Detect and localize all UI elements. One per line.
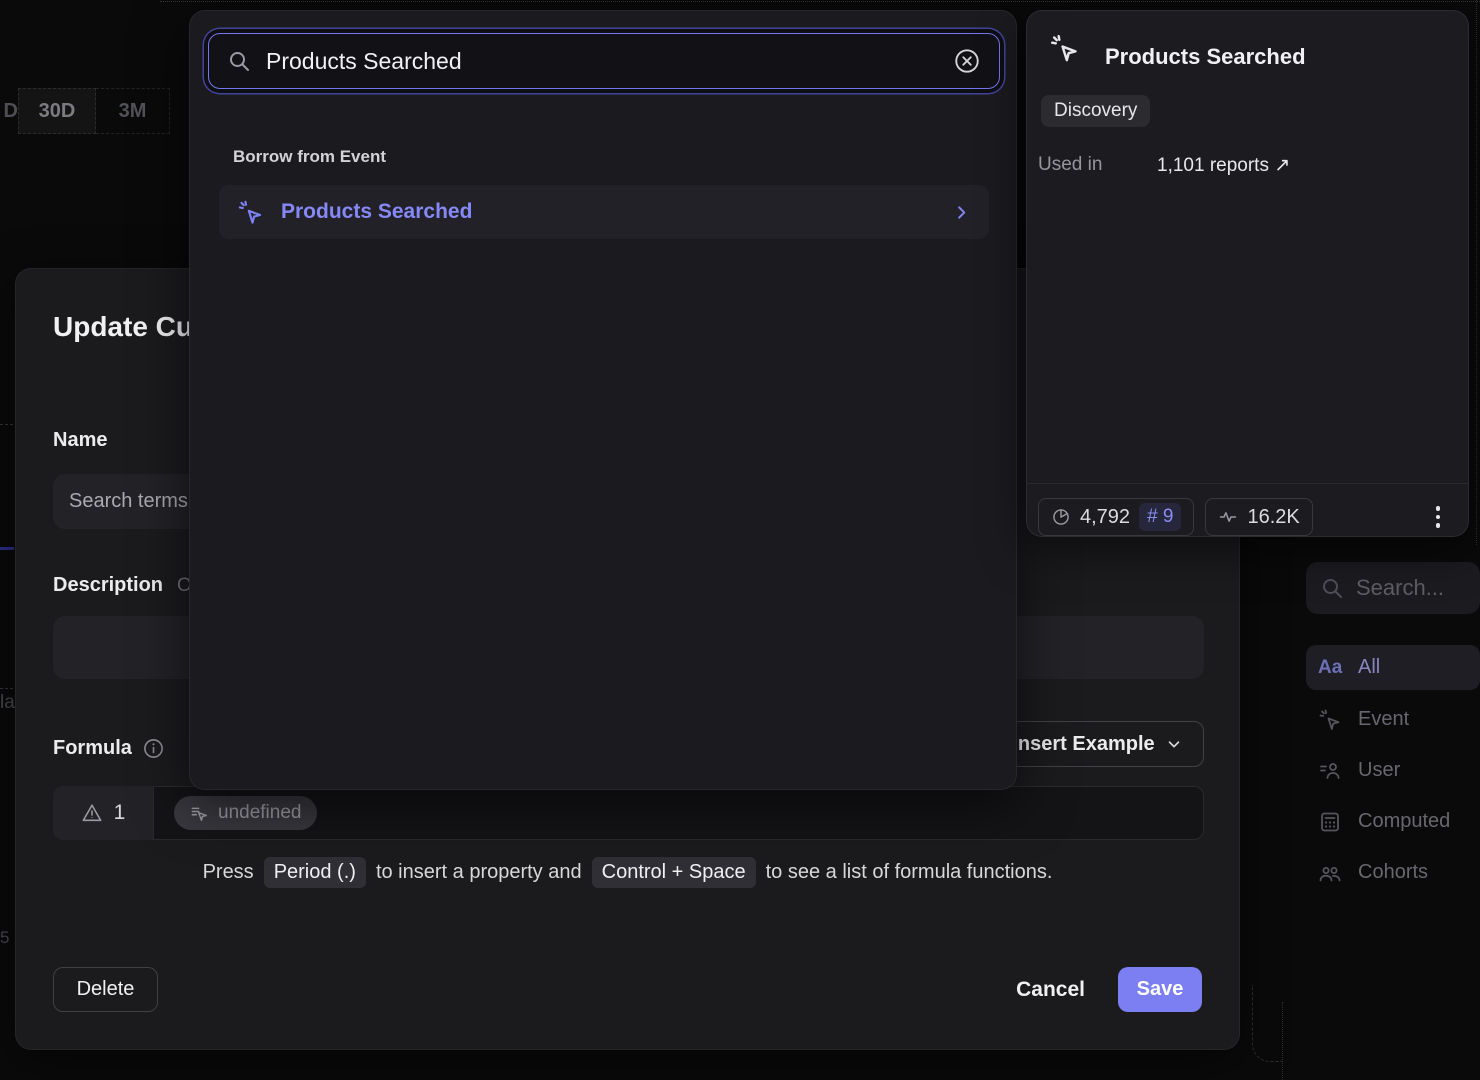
kbd-control-space: Control + Space bbox=[592, 857, 756, 888]
total-count-value: 4,792 bbox=[1080, 506, 1130, 529]
delete-button[interactable]: Delete bbox=[53, 967, 158, 1012]
chart-gridline bbox=[0, 688, 13, 689]
computed-icon bbox=[1318, 810, 1342, 834]
sidebar-item-cohorts[interactable]: Cohorts bbox=[1306, 850, 1480, 895]
name-label: Name bbox=[53, 429, 107, 452]
axis-label-fragment: 5 bbox=[0, 928, 9, 948]
sidebar-item-label: Computed bbox=[1358, 810, 1450, 833]
warning-icon bbox=[81, 802, 103, 824]
formula-editor[interactable]: undefined bbox=[153, 786, 1204, 840]
property-icon bbox=[190, 804, 209, 823]
section-label: Borrow from Event bbox=[233, 147, 386, 167]
background-divider bbox=[160, 1, 1480, 2]
sidebar-item-label: Cohorts bbox=[1358, 861, 1428, 884]
chevron-down-icon bbox=[1165, 735, 1183, 753]
user-icon bbox=[1318, 759, 1342, 783]
chevron-right-icon bbox=[952, 203, 971, 222]
sidebar-item-all[interactable]: Aa All bbox=[1306, 645, 1480, 690]
rank-badge: # 9 bbox=[1139, 503, 1181, 531]
event-icon bbox=[1049, 33, 1080, 64]
close-circle-icon bbox=[953, 47, 981, 75]
event-icon bbox=[1318, 708, 1342, 732]
used-in-label: Used in bbox=[1038, 154, 1157, 177]
used-in-reports-link[interactable]: 1,101 reports ↗ bbox=[1157, 154, 1290, 177]
cohorts-icon bbox=[1318, 861, 1342, 885]
category-badge: Discovery bbox=[1041, 95, 1150, 127]
more-options-button[interactable] bbox=[1430, 500, 1447, 534]
info-icon[interactable] bbox=[142, 737, 165, 760]
search-icon bbox=[1320, 576, 1344, 600]
sidebar-item-label: User bbox=[1358, 759, 1400, 782]
error-count-value: 1 bbox=[114, 801, 126, 825]
property-search-input[interactable] bbox=[266, 48, 938, 75]
formula-error-count: 1 bbox=[53, 786, 153, 840]
sidebar-item-computed[interactable]: Computed bbox=[1306, 799, 1480, 844]
insert-example-button[interactable]: Insert Example bbox=[991, 721, 1204, 767]
clear-search-button[interactable] bbox=[953, 47, 981, 75]
time-range-30d[interactable]: 30D bbox=[18, 88, 96, 134]
property-search-panel: Borrow from Event Products Searched bbox=[189, 10, 1017, 790]
sidebar-item-event[interactable]: Event bbox=[1306, 697, 1480, 742]
search-icon bbox=[227, 49, 251, 73]
background-divider bbox=[1476, 0, 1477, 545]
dialog-footer: Delete Cancel Save bbox=[53, 967, 1202, 1012]
total-count-pill[interactable]: 4,792 # 9 bbox=[1038, 498, 1194, 536]
card-stats-row: 4,792 # 9 16.2K bbox=[1038, 497, 1446, 537]
search-result-products-searched[interactable]: Products Searched bbox=[219, 185, 989, 239]
card-divider bbox=[1027, 483, 1468, 484]
event-title: Products Searched bbox=[1105, 44, 1306, 70]
cancel-button[interactable]: Cancel bbox=[1016, 978, 1085, 1002]
event-detail-card: Products Searched Discovery Used in 1,10… bbox=[1026, 10, 1469, 537]
save-button[interactable]: Save bbox=[1118, 967, 1202, 1012]
chart-gridline bbox=[0, 424, 13, 425]
event-icon bbox=[237, 199, 264, 226]
volume-pill[interactable]: 16.2K bbox=[1205, 498, 1312, 536]
result-label: Products Searched bbox=[281, 200, 472, 224]
volume-value: 16.2K bbox=[1247, 506, 1299, 529]
sidebar-search[interactable] bbox=[1306, 562, 1480, 614]
text-format-icon: Aa bbox=[1318, 657, 1342, 679]
time-range-3m[interactable]: 3M bbox=[96, 88, 170, 134]
activity-icon bbox=[1218, 507, 1238, 527]
formula-token-chip: undefined bbox=[174, 796, 317, 830]
background-divider bbox=[1282, 1002, 1283, 1080]
time-range-partial[interactable]: D bbox=[0, 88, 18, 134]
chart-line-fragment bbox=[0, 547, 14, 550]
property-search-box bbox=[208, 33, 1000, 89]
kbd-period: Period (.) bbox=[264, 857, 366, 888]
formula-label: Formula bbox=[53, 737, 165, 760]
used-in-row: Used in 1,101 reports ↗ bbox=[1038, 154, 1290, 177]
background-panel-corner bbox=[1252, 985, 1282, 1062]
sidebar-item-label: All bbox=[1358, 656, 1380, 679]
kebab-icon bbox=[1436, 506, 1441, 511]
property-type-sidebar: Aa All Event User Computed Cohorts bbox=[1300, 550, 1480, 1080]
formula-hint: Press Period (.) to insert a property an… bbox=[16, 857, 1239, 888]
sidebar-item-label: Event bbox=[1358, 708, 1409, 731]
sidebar-item-user[interactable]: User bbox=[1306, 748, 1480, 793]
pie-chart-icon bbox=[1051, 507, 1071, 527]
time-range-selector: D 30D 3M bbox=[0, 88, 170, 134]
sidebar-search-input[interactable] bbox=[1356, 575, 1456, 601]
